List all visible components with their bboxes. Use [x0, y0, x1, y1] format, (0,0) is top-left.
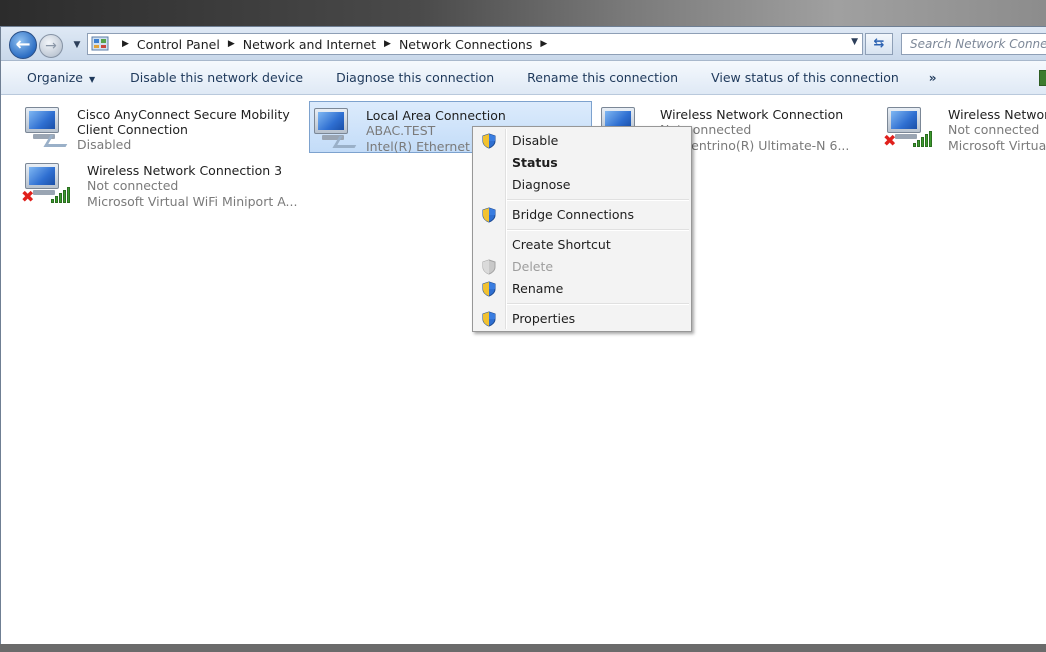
menu-item-delete: Delete: [475, 256, 689, 278]
wired-network-icon: [21, 101, 77, 155]
uac-shield-icon: [482, 281, 496, 297]
disconnected-x-icon: ✖: [21, 187, 35, 206]
connection-item-cisco[interactable]: Cisco AnyConnect Secure Mobility Client …: [21, 101, 305, 155]
forward-arrow-icon: →: [45, 38, 57, 54]
connection-name: Cisco AnyConnect Secure Mobility: [77, 107, 290, 122]
breadcrumb: ▶ Control Panel ▶ Network and Internet ▶…: [114, 34, 555, 54]
connection-name: Wireless Network Connection 3: [87, 163, 283, 178]
menu-item-create-shortcut[interactable]: Create Shortcut: [475, 234, 689, 256]
connection-status: Disabled: [77, 137, 132, 152]
uac-shield-icon: [482, 259, 496, 275]
breadcrumb-control-panel[interactable]: Control Panel: [137, 37, 220, 52]
disable-device-button[interactable]: Disable this network device: [113, 70, 319, 85]
wireless-network-icon: ✖: [883, 101, 939, 155]
menu-item-diagnose[interactable]: Diagnose: [475, 174, 689, 196]
menu-item-label: Rename: [512, 281, 564, 296]
change-view-icon[interactable]: [1039, 70, 1046, 86]
signal-bars-icon: [913, 131, 935, 147]
connection-name: Wireless Network Connection: [660, 107, 844, 122]
menu-item-label: Delete: [512, 259, 554, 274]
connection-status: Not connected: [948, 122, 1040, 137]
disconnected-x-icon: ✖: [883, 131, 897, 150]
menu-item-rename[interactable]: Rename: [475, 278, 689, 300]
breadcrumb-chevron-icon[interactable]: ▶: [122, 39, 129, 49]
menu-item-label: Properties: [512, 311, 576, 326]
menu-separator: [507, 303, 689, 305]
breadcrumb-network-and-internet[interactable]: Network and Internet: [243, 37, 376, 52]
menu-item-label: Bridge Connections: [512, 207, 634, 222]
search-input[interactable]: Search Network Conne: [901, 33, 1046, 55]
connection-device: Microsoft Virtual WiFi Miniport A...: [87, 194, 298, 209]
wireless-network-icon: ✖: [21, 157, 77, 211]
breadcrumb-chevron-icon[interactable]: ▶: [384, 39, 391, 49]
command-bar: Organize ▼ Disable this network device Di…: [1, 61, 1046, 95]
signal-bars-icon: [51, 187, 73, 203]
organize-label: Organize: [27, 70, 83, 85]
connection-name-line2: Client Connection: [77, 122, 188, 137]
menu-item-label: Disable: [512, 133, 559, 148]
rename-connection-button[interactable]: Rename this connection: [510, 70, 694, 85]
uac-shield-icon: [482, 207, 496, 223]
connection-name: Wireless Networ: [948, 107, 1046, 122]
connection-item-wireless-2[interactable]: ✖ Wireless Networ Not connected Microsof…: [883, 101, 1046, 155]
desktop-background-bottom: [0, 644, 1046, 652]
recent-pages-dropdown[interactable]: ▼: [71, 39, 83, 51]
uac-shield-icon: [482, 311, 496, 327]
refresh-icon: ⇆: [873, 36, 885, 51]
chevron-down-icon: ▼: [89, 75, 96, 84]
menu-separator: [507, 199, 689, 201]
menu-item-bridge-connections[interactable]: Bridge Connections: [475, 204, 689, 226]
connection-name: Local Area Connection: [366, 108, 506, 123]
uac-shield-icon: [482, 133, 496, 149]
address-dropdown-icon[interactable]: ▼: [851, 37, 858, 47]
refresh-button[interactable]: ⇆: [865, 33, 893, 55]
breadcrumb-network-connections[interactable]: Network Connections: [399, 37, 532, 52]
address-bar[interactable]: ▶ Control Panel ▶ Network and Internet ▶…: [87, 33, 863, 55]
back-arrow-icon: ←: [15, 34, 31, 55]
connection-status: Not connected: [87, 178, 179, 193]
menu-item-status[interactable]: Status: [475, 152, 689, 174]
menu-separator: [507, 229, 689, 231]
diagnose-connection-button[interactable]: Diagnose this connection: [319, 70, 510, 85]
explorer-window: ← → ▼ ▶ Control Panel ▶ Network and Inte…: [0, 26, 1046, 652]
control-panel-icon: [91, 36, 109, 51]
forward-button[interactable]: →: [39, 34, 63, 58]
connection-item-wireless-3[interactable]: ✖ Wireless Network Connection 3 Not conn…: [21, 157, 305, 211]
context-menu: Disable Status Diagnose Bridge Connectio…: [472, 126, 692, 332]
organize-menu-button[interactable]: Organize ▼: [1, 70, 113, 85]
more-commands-button[interactable]: »: [915, 71, 937, 85]
menu-item-properties[interactable]: Properties: [475, 308, 689, 330]
menu-item-disable[interactable]: Disable: [475, 130, 689, 152]
breadcrumb-chevron-icon[interactable]: ▶: [228, 39, 235, 49]
address-row: ← → ▼ ▶ Control Panel ▶ Network and Inte…: [1, 27, 1046, 61]
breadcrumb-chevron-icon[interactable]: ▶: [540, 39, 547, 49]
connection-device: Microsoft Virtua: [948, 138, 1046, 153]
wired-network-icon: [310, 102, 366, 156]
view-status-button[interactable]: View status of this connection: [694, 70, 915, 85]
back-button[interactable]: ←: [9, 31, 37, 59]
